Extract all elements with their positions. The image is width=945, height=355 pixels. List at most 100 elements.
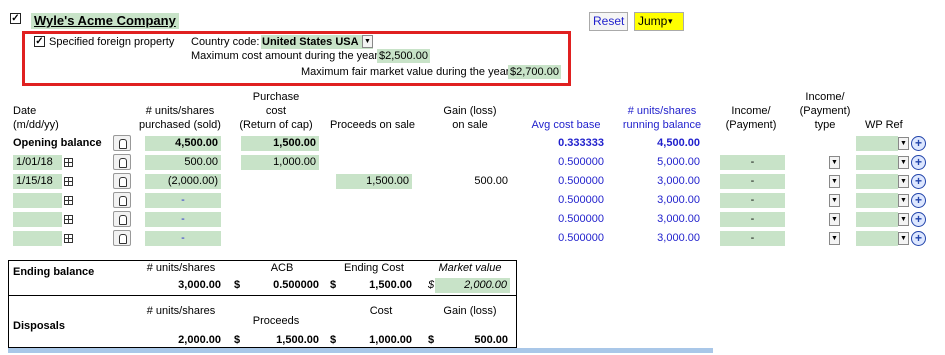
ending-cost-dollar: $ — [330, 279, 337, 291]
disposals-cost-label: Cost — [369, 305, 393, 317]
header-gain-line2: on sale — [452, 119, 488, 131]
ending-balance-label: Ending balance — [13, 266, 95, 278]
row-1-income[interactable]: - — [720, 155, 785, 170]
row-2-add-icon[interactable]: + — [911, 174, 926, 189]
max-cost-field[interactable]: $2,500.00 — [377, 49, 430, 63]
max-fmv-field[interactable]: $2,700.00 — [508, 65, 561, 79]
row-4-avg: 0.500000 — [558, 213, 604, 225]
row-2-wp-field[interactable] — [856, 174, 898, 189]
row-2-gain: 500.00 — [474, 175, 508, 187]
row-3-income[interactable]: - — [720, 193, 785, 208]
row-1-calendar-icon[interactable] — [64, 158, 73, 167]
row-3-type-dropdown-icon[interactable]: ▼ — [829, 194, 840, 207]
row-3-wp-field[interactable] — [856, 193, 898, 208]
row-5-add-icon[interactable]: + — [911, 231, 926, 246]
row-3-calendar-icon[interactable] — [64, 196, 73, 205]
row-4-type-dropdown-icon[interactable]: ▼ — [829, 213, 840, 226]
row-5-wp-field[interactable] — [856, 231, 898, 246]
country-code-value: United States USA — [262, 36, 359, 48]
header-cost-line2: cost — [265, 105, 287, 117]
disposals-proceeds-dollar: $ — [234, 334, 241, 346]
reset-button[interactable]: Reset — [589, 12, 629, 31]
row-0-avg: 0.333333 — [558, 137, 604, 149]
row-5-wp-dropdown-icon[interactable]: ▼ — [898, 232, 909, 245]
row-0-wp-dropdown-icon[interactable]: ▼ — [898, 137, 909, 150]
row-2-income[interactable]: - — [720, 174, 785, 189]
row-1-wp-field[interactable] — [856, 155, 898, 170]
calculator-icon[interactable] — [113, 135, 131, 151]
ending-acb-value: 0.500000 — [273, 279, 319, 291]
ending-acb-dollar: $ — [234, 279, 241, 291]
row-1-date[interactable]: 1/01/18 — [13, 155, 62, 170]
row-5-calculator-icon[interactable] — [113, 230, 131, 246]
row-5-date[interactable] — [13, 231, 62, 246]
disposals-cost-value: 1,000.00 — [369, 334, 412, 346]
row-3-calculator-icon[interactable] — [113, 192, 131, 208]
row-1-calculator-icon[interactable] — [113, 154, 131, 170]
row-4-date[interactable] — [13, 212, 62, 227]
row-4-units[interactable]: - — [145, 212, 221, 227]
max-cost-label: Maximum cost amount during the year: — [191, 50, 382, 62]
row-2-date[interactable]: 1/15/18 — [13, 174, 62, 189]
row-5-income[interactable]: - — [720, 231, 785, 246]
header-date-line1: Date — [13, 105, 37, 117]
row-2-type-dropdown-icon[interactable]: ▼ — [829, 175, 840, 188]
row-3-add-icon[interactable]: + — [911, 193, 926, 208]
row-1-type-dropdown-icon[interactable]: ▼ — [829, 156, 840, 169]
ending-market-value-label: Market value — [438, 262, 502, 274]
row-5-type-dropdown-icon[interactable]: ▼ — [829, 232, 840, 245]
header-avg-cost: Avg cost base — [531, 119, 601, 131]
row-3-wp-dropdown-icon[interactable]: ▼ — [898, 194, 909, 207]
row-4-calculator-icon[interactable] — [113, 211, 131, 227]
disposals-units-label: # units/shares — [146, 305, 216, 317]
ending-units-label: # units/shares — [146, 262, 216, 274]
header-income-type-line3: type — [814, 119, 836, 131]
ending-cost-value: 1,500.00 — [369, 279, 412, 291]
company-name[interactable]: Wyle's Acme Company — [31, 13, 179, 29]
row-3-running: 3,000.00 — [657, 194, 700, 206]
foreign-property-checkbox[interactable]: ✓ — [34, 36, 45, 47]
row-0-add-icon[interactable]: + — [911, 136, 926, 151]
header-income-line1: Income/ — [731, 105, 771, 117]
row-2-calendar-icon[interactable] — [64, 177, 73, 186]
row-1-wp-dropdown-icon[interactable]: ▼ — [898, 156, 909, 169]
row-5-units[interactable]: - — [145, 231, 221, 246]
header-income-line2: (Payment) — [725, 119, 777, 131]
jump-dropdown-icon[interactable]: ▾ — [668, 16, 673, 27]
row-4-wp-field[interactable] — [856, 212, 898, 227]
row-1-units[interactable]: 500.00 — [145, 155, 221, 170]
row-4-calendar-icon[interactable] — [64, 215, 73, 224]
row-3-units[interactable]: - — [145, 193, 221, 208]
row-5-calendar-icon[interactable] — [64, 234, 73, 243]
row-0-cost[interactable]: 1,500.00 — [241, 136, 319, 151]
row-2-wp-dropdown-icon[interactable]: ▼ — [898, 175, 909, 188]
disposals-proceeds-value: 1,500.00 — [276, 334, 319, 346]
row-1-add-icon[interactable]: + — [911, 155, 926, 170]
row-4-add-icon[interactable]: + — [911, 212, 926, 227]
row-2-proceeds[interactable]: 1,500.00 — [336, 174, 412, 189]
row-3-date[interactable] — [13, 193, 62, 208]
row-4-running: 3,000.00 — [657, 213, 700, 225]
row-5-running: 3,000.00 — [657, 232, 700, 244]
row-4-wp-dropdown-icon[interactable]: ▼ — [898, 213, 909, 226]
company-checkbox[interactable]: ✓ — [10, 13, 21, 24]
jump-button[interactable]: Jump — [634, 12, 685, 31]
row-1-cost[interactable]: 1,000.00 — [241, 155, 319, 170]
disposals-gain-dollar: $ — [428, 334, 435, 346]
row-0-wp-field[interactable] — [856, 136, 898, 151]
row-0-units[interactable]: 4,500.00 — [145, 136, 221, 151]
header-cost-line3: (Return of cap) — [239, 119, 313, 131]
country-dropdown-icon[interactable]: ▼ — [362, 35, 373, 48]
bottom-separator-bar — [8, 348, 713, 353]
header-wp-ref: WP Ref — [865, 119, 903, 131]
header-running-line2: running balance — [622, 119, 702, 131]
ending-market-value-field[interactable]: 2,000.00 — [435, 278, 510, 293]
max-fmv-label: Maximum fair market value during the yea… — [301, 66, 513, 78]
row-2-units[interactable]: (2,000.00) — [145, 174, 221, 189]
row-3-avg: 0.500000 — [558, 194, 604, 206]
opening-balance-label: Opening balance — [13, 137, 102, 149]
header-gain-line1: Gain (loss) — [443, 105, 497, 117]
country-code-select[interactable]: United States USA — [261, 35, 373, 49]
row-4-income[interactable]: - — [720, 212, 785, 227]
row-2-calculator-icon[interactable] — [113, 173, 131, 189]
